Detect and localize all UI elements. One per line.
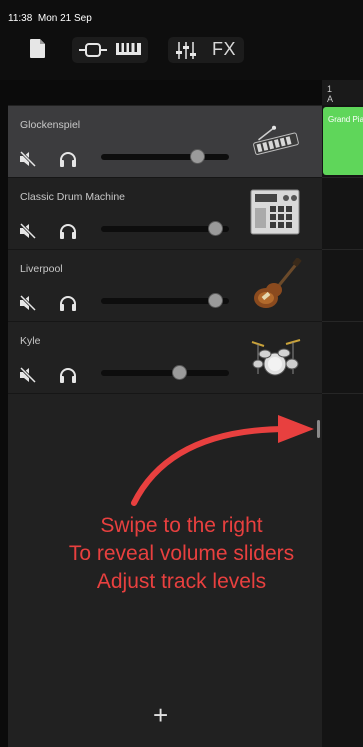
lane-divider xyxy=(322,321,363,322)
timeline-area[interactable] xyxy=(322,80,363,747)
tracks-view-icon[interactable] xyxy=(78,43,108,62)
region-label: Grand Piano xyxy=(328,115,363,124)
track-row-kyle[interactable]: Kyle xyxy=(8,322,322,394)
lane-divider xyxy=(322,393,363,394)
instruction-annotation: Swipe to the right To reveal volume slid… xyxy=(0,512,363,596)
grand-piano-region[interactable]: Grand Piano xyxy=(323,107,363,175)
annotation-line: To reveal volume sliders xyxy=(68,542,295,565)
status-bar-time: 11:38 Mon 21 Sep xyxy=(8,13,92,24)
annotation-line: Adjust track levels xyxy=(96,570,267,593)
volume-slider-knob[interactable] xyxy=(189,149,205,164)
document-icon[interactable] xyxy=(30,39,45,63)
track-name: Liverpool xyxy=(20,263,63,275)
track-name: Glockenspiel xyxy=(20,119,81,131)
fx-button[interactable]: FX xyxy=(212,39,236,60)
volume-slider-knob[interactable] xyxy=(171,365,187,380)
track-row-classic-drum-machine[interactable]: Classic Drum Machine xyxy=(8,178,322,250)
status-date: Mon 21 Sep xyxy=(37,13,92,24)
track-row-glockenspiel[interactable]: Glockenspiel xyxy=(8,106,322,178)
mute-icon[interactable] xyxy=(19,150,37,172)
bass-guitar-icon xyxy=(248,257,302,310)
lane-divider xyxy=(322,249,363,250)
volume-slider[interactable] xyxy=(101,149,229,164)
add-track-button[interactable]: + xyxy=(153,700,168,731)
headphones-icon[interactable] xyxy=(59,151,77,172)
volume-slider[interactable] xyxy=(101,221,229,236)
mute-icon[interactable] xyxy=(19,294,37,316)
track-name: Kyle xyxy=(20,335,41,347)
drum-kit-icon xyxy=(248,330,302,382)
keyboard-icon[interactable] xyxy=(116,43,141,62)
volume-slider[interactable] xyxy=(101,293,229,308)
volume-slider-knob[interactable] xyxy=(207,221,223,236)
annotation-line: Swipe to the right xyxy=(100,514,263,537)
mute-icon[interactable] xyxy=(19,222,37,244)
headphones-icon[interactable] xyxy=(59,367,77,388)
volume-slider[interactable] xyxy=(101,365,229,380)
status-time: 11:38 xyxy=(8,13,33,24)
ruler-bar-number: 1 xyxy=(327,84,333,94)
track-name: Classic Drum Machine xyxy=(20,191,126,203)
mute-icon[interactable] xyxy=(19,366,37,388)
volume-slider-knob[interactable] xyxy=(207,293,223,308)
track-row-liverpool[interactable]: Liverpool xyxy=(8,250,322,322)
mixer-icon[interactable] xyxy=(176,42,196,64)
glockenspiel-icon xyxy=(248,114,302,166)
headphones-icon[interactable] xyxy=(59,295,77,316)
swipe-arrow-icon xyxy=(128,415,320,512)
drum-machine-icon xyxy=(248,186,302,238)
lane-divider xyxy=(322,177,363,178)
headphones-icon[interactable] xyxy=(59,223,77,244)
ruler-section-label: A xyxy=(327,94,334,104)
